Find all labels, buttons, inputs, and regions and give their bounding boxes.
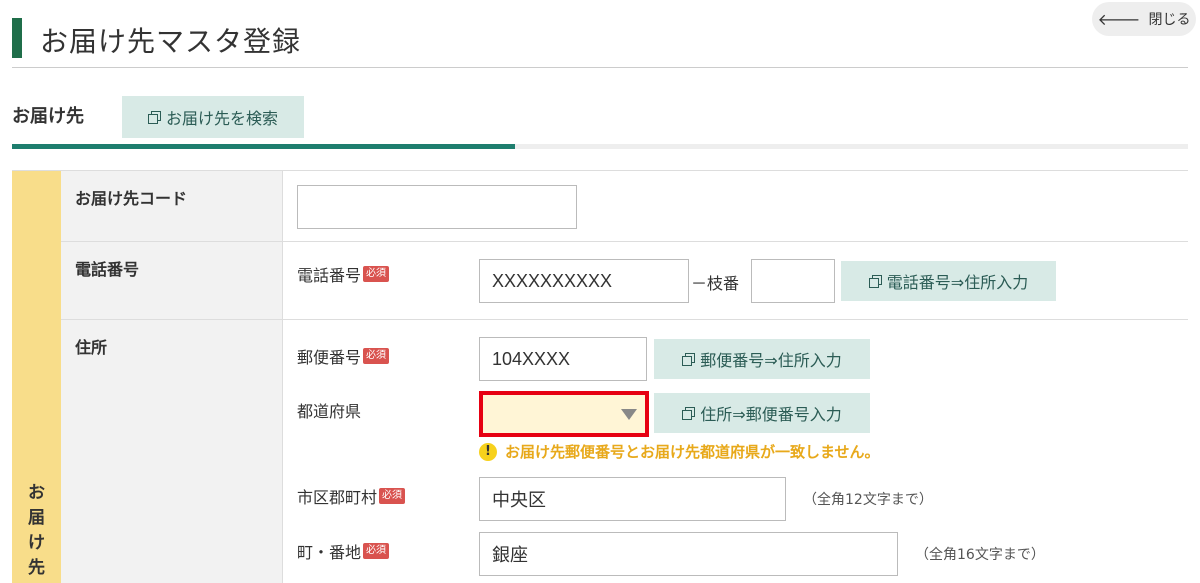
title-bar: お届け先マスタ登録 — [12, 14, 1188, 68]
side-band-label: お 届 け 先 — [12, 481, 61, 581]
street-hint: （全角16文字まで） — [915, 547, 1045, 563]
destination-code-input[interactable] — [297, 185, 577, 229]
street-field-label-text: 町・番地 — [297, 543, 362, 562]
street-input[interactable]: 銀座 — [479, 532, 898, 576]
title-accent-bar — [12, 18, 22, 58]
warning-icon: ! — [479, 442, 497, 461]
address-label-cell: 住所 — [61, 320, 283, 583]
page-title: お届け先マスタ登録 — [40, 25, 302, 58]
code-label: お届け先コード — [75, 189, 188, 208]
arrow-left-icon: 🡐 — [1097, 10, 1141, 29]
branch-input[interactable] — [751, 259, 835, 303]
phone-field-label-text: 電話番号 — [297, 266, 362, 285]
tab-underline-active — [12, 144, 515, 149]
city-input[interactable]: 中央区 — [479, 477, 786, 521]
side-char: 先 — [28, 558, 45, 578]
new-window-icon — [868, 275, 882, 288]
side-char: 届 — [28, 508, 45, 528]
postal-to-address-button[interactable]: 郵便番号⇒住所入力 — [654, 339, 870, 379]
side-char: お — [28, 483, 45, 503]
code-value-cell — [283, 171, 1188, 242]
postal-field-label-text: 郵便番号 — [297, 348, 362, 367]
postal-field-label: 郵便番号 必須 — [297, 344, 390, 368]
required-badge: 必須 — [363, 266, 390, 282]
new-window-icon — [147, 111, 161, 124]
required-badge: 必須 — [379, 488, 406, 504]
phone-to-address-button[interactable]: 電話番号⇒住所入力 — [841, 261, 1056, 301]
phone-value-cell: 電話番号 必須 XXXXXXXXXX －枝番 電話番号⇒住所入力 — [283, 242, 1188, 320]
phone-label-cell: 電話番号 — [61, 242, 283, 320]
postal-code-input[interactable]: 104XXXX — [479, 337, 647, 381]
phone-to-address-label: 電話番号⇒住所入力 — [886, 273, 1029, 292]
section-label: お届け先 — [12, 106, 84, 127]
destination-form: お 届 け 先 お届け先コード 電話番号 電話番号 必須 XXXXXXXXXX … — [12, 170, 1188, 583]
close-button-label: 閉じる — [1148, 12, 1191, 28]
side-band: お 届 け 先 — [12, 171, 61, 583]
prefecture-select[interactable] — [479, 391, 649, 437]
required-badge: 必須 — [363, 348, 390, 364]
code-label-cell: お届け先コード — [61, 171, 283, 242]
address-to-postal-label: 住所⇒郵便番号入力 — [700, 405, 842, 424]
city-field-label-text: 市区郡町村 — [297, 488, 378, 507]
prefecture-field-label-text: 都道府県 — [297, 402, 362, 421]
required-badge: 必須 — [363, 543, 390, 559]
address-value-cell: 郵便番号 必須 104XXXX 郵便番号⇒住所入力 都道府県 住所⇒郵便番号入力… — [283, 320, 1188, 583]
search-destination-button[interactable]: お届け先を検索 — [122, 96, 304, 138]
prefecture-field-label: 都道府県 — [297, 398, 361, 422]
phone-input[interactable]: XXXXXXXXXX — [479, 259, 689, 303]
street-field-label: 町・番地 必須 — [297, 539, 390, 563]
dropdown-arrow-icon — [621, 409, 637, 420]
new-window-icon — [682, 407, 696, 420]
search-destination-label: お届け先を検索 — [165, 109, 278, 128]
side-char: け — [28, 533, 45, 553]
phone-field-label: 電話番号 必須 — [297, 262, 390, 286]
city-hint: （全角12文字まで） — [803, 492, 933, 508]
address-to-postal-button[interactable]: 住所⇒郵便番号入力 — [654, 393, 870, 433]
prefecture-warning: ! お届け先郵便番号とお届け先都道府県が一致しません。 — [479, 441, 880, 462]
close-button[interactable]: 🡐 閉じる — [1092, 2, 1196, 36]
phone-label: 電話番号 — [75, 260, 140, 279]
prefecture-warning-text: お届け先郵便番号とお届け先都道府県が一致しません。 — [505, 443, 880, 461]
new-window-icon — [682, 353, 696, 366]
branch-label: －枝番 — [691, 274, 740, 293]
postal-to-address-label: 郵便番号⇒住所入力 — [700, 351, 842, 370]
address-label: 住所 — [75, 338, 108, 357]
city-field-label: 市区郡町村 必須 — [297, 484, 406, 508]
